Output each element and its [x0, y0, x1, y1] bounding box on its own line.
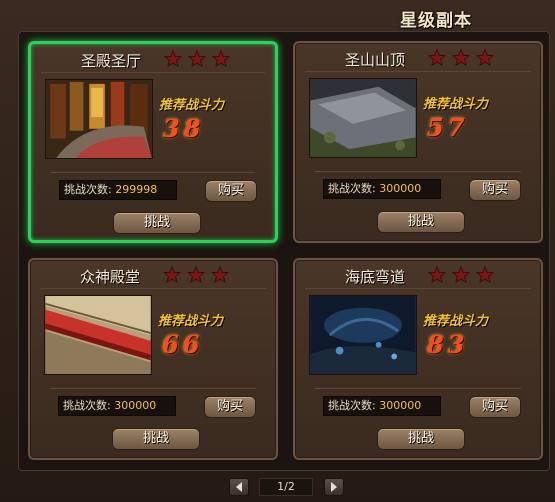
star-icon — [211, 266, 230, 284]
star-icon — [188, 50, 207, 68]
star-rating — [428, 49, 495, 67]
buy-button[interactable]: 购买 — [469, 396, 521, 418]
star-icon — [428, 266, 446, 284]
star-rating — [163, 266, 230, 284]
challenge-count-value: 300000 — [114, 399, 157, 412]
recommended-power-label: 推荐战斗力 — [423, 97, 489, 112]
star-icon — [428, 49, 446, 67]
dungeon-thumbnail — [44, 295, 152, 375]
dungeon-card[interactable]: 圣殿圣厅 推荐战斗力 38 挑战次数: 299998 购买 挑战 — [28, 41, 278, 243]
dungeon-thumbnail — [45, 79, 153, 159]
dungeon-thumbnail — [309, 295, 417, 375]
recommended-power-value: 57 — [427, 113, 469, 142]
chevron-right-icon — [331, 482, 337, 492]
star-icon — [187, 266, 206, 284]
challenge-count-value: 300000 — [379, 182, 422, 195]
next-page-button[interactable] — [324, 478, 344, 496]
divider — [40, 288, 266, 289]
star-icon — [212, 50, 231, 68]
divider — [305, 71, 531, 72]
page-indicator: 1/2 — [259, 478, 313, 496]
dungeon-card[interactable]: 众神殿堂 推荐战斗力 66 挑战次数: 300000 购买 挑战 — [28, 258, 278, 460]
challenge-count-label: 挑战次数: — [64, 183, 112, 196]
star-icon — [476, 266, 495, 284]
recommended-power-value: 66 — [162, 330, 204, 359]
chevron-left-icon — [236, 482, 242, 492]
challenge-count-label: 挑战次数: — [63, 399, 111, 412]
recommended-power-value: 83 — [427, 330, 469, 359]
recommended-power-label: 推荐战斗力 — [158, 314, 224, 329]
divider — [305, 288, 531, 289]
star-icon — [452, 266, 471, 284]
star-dungeon-window: 星级副本 圣殿圣厅 推荐战斗力 38 挑战次数: 299998 购买 挑战 圣山… — [0, 0, 555, 502]
window-title: 星级副本 — [400, 11, 472, 31]
challenge-count-value: 300000 — [379, 399, 422, 412]
dungeon-card[interactable]: 圣山山顶 推荐战斗力 57 挑战次数: 300000 购买 挑战 — [293, 41, 543, 243]
recommended-power-value: 38 — [163, 114, 205, 143]
star-icon — [163, 266, 181, 284]
divider — [315, 171, 521, 172]
prev-page-button[interactable] — [229, 478, 249, 496]
dungeon-thumbnail — [309, 78, 417, 158]
challenge-button[interactable]: 挑战 — [377, 428, 465, 450]
star-icon — [164, 50, 182, 68]
buy-button[interactable]: 购买 — [469, 179, 521, 201]
divider — [41, 72, 265, 73]
buy-button[interactable]: 购买 — [205, 180, 257, 202]
challenge-count: 挑战次数: 300000 — [323, 396, 441, 416]
recommended-power-label: 推荐战斗力 — [159, 98, 225, 113]
dungeon-card[interactable]: 海底弯道 推荐战斗力 83 挑战次数: 300000 购买 挑战 — [293, 258, 543, 460]
buy-button[interactable]: 购买 — [204, 396, 256, 418]
divider — [315, 388, 521, 389]
challenge-count-label: 挑战次数: — [328, 182, 376, 195]
challenge-count: 挑战次数: 300000 — [58, 396, 176, 416]
divider — [50, 388, 256, 389]
challenge-count: 挑战次数: 299998 — [59, 180, 177, 200]
star-rating — [428, 266, 495, 284]
divider — [51, 172, 255, 173]
challenge-button[interactable]: 挑战 — [377, 211, 465, 233]
challenge-button[interactable]: 挑战 — [113, 212, 201, 234]
challenge-count: 挑战次数: 300000 — [323, 179, 441, 199]
star-icon — [452, 49, 471, 67]
challenge-count-value: 299998 — [115, 183, 158, 196]
recommended-power-label: 推荐战斗力 — [423, 314, 489, 329]
challenge-count-label: 挑战次数: — [328, 399, 376, 412]
dungeon-panel: 圣殿圣厅 推荐战斗力 38 挑战次数: 299998 购买 挑战 圣山山顶 推荐… — [18, 31, 550, 471]
challenge-button[interactable]: 挑战 — [112, 428, 200, 450]
star-icon — [476, 49, 495, 67]
star-rating — [164, 50, 231, 68]
